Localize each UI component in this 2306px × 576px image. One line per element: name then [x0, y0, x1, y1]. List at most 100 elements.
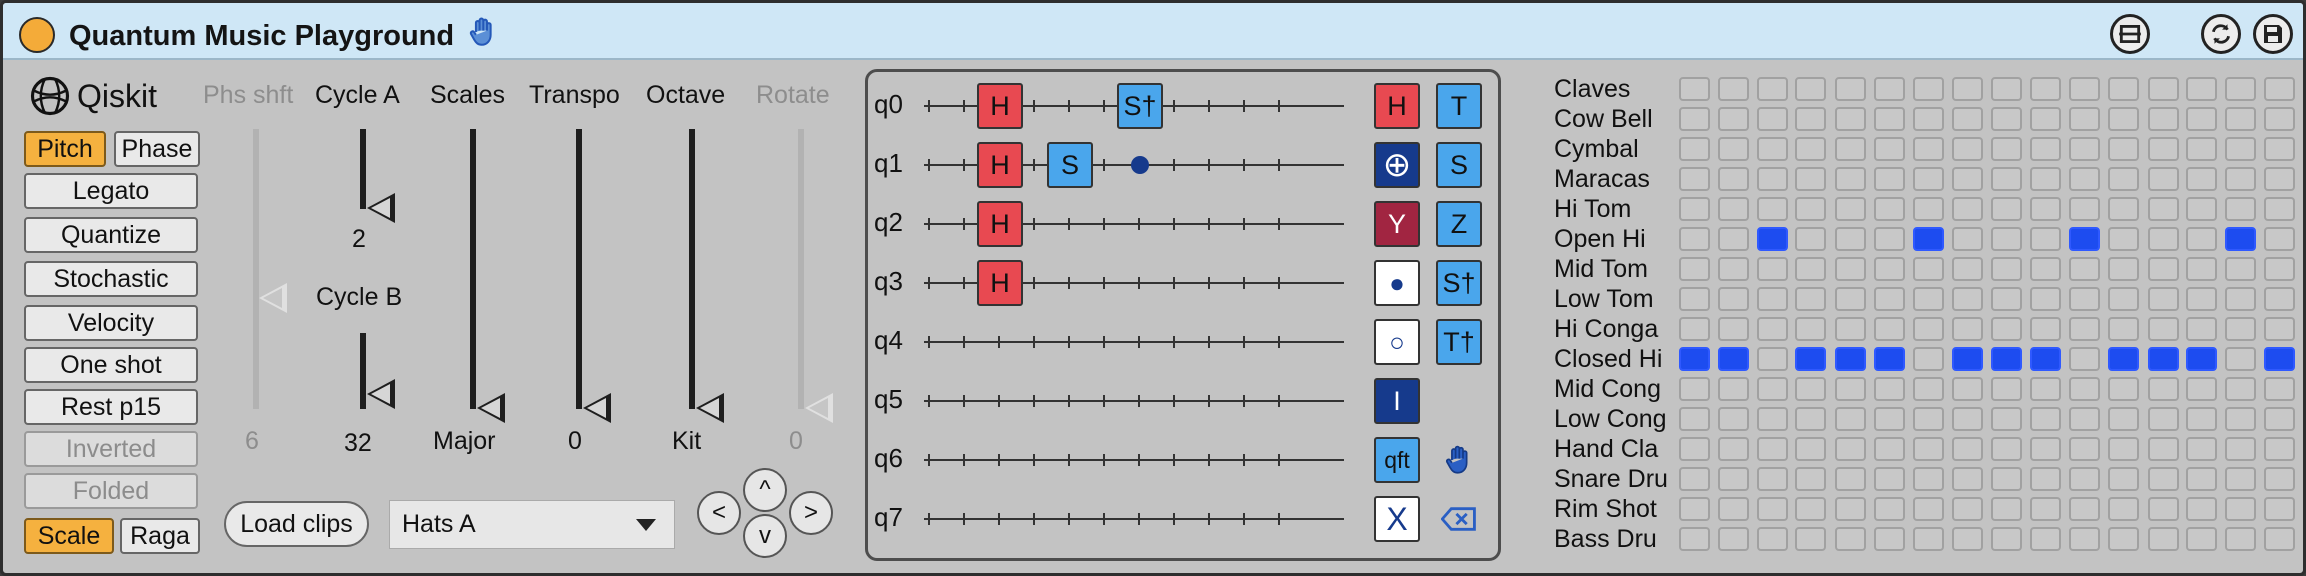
- step-cell[interactable]: [1951, 317, 1983, 341]
- step-cell[interactable]: [2030, 137, 2062, 161]
- step-cell[interactable]: [2030, 77, 2062, 101]
- step-cell[interactable]: [2186, 347, 2218, 371]
- step-cell[interactable]: [1951, 227, 1983, 251]
- step-cell[interactable]: [2264, 497, 2295, 521]
- step-cell[interactable]: [1951, 197, 1983, 221]
- step-cell[interactable]: [1912, 257, 1944, 281]
- step-cell[interactable]: [1991, 347, 2023, 371]
- wire-slot[interactable]: [928, 395, 930, 407]
- step-cell[interactable]: [1912, 197, 1944, 221]
- step-cell[interactable]: [2030, 257, 2062, 281]
- step-cell[interactable]: [1835, 287, 1867, 311]
- step-cell[interactable]: [1717, 317, 1749, 341]
- step-cell[interactable]: [1991, 77, 2023, 101]
- step-cell[interactable]: [1795, 257, 1827, 281]
- step-cell[interactable]: [2069, 197, 2100, 221]
- wire-slot[interactable]: [963, 395, 965, 407]
- step-cell[interactable]: [1991, 227, 2023, 251]
- step-cell[interactable]: [1991, 197, 2023, 221]
- hand-icon[interactable]: [1442, 443, 1476, 477]
- step-cell[interactable]: [1874, 227, 1905, 251]
- raga-toggle[interactable]: Raga: [120, 518, 200, 554]
- step-cell[interactable]: [2264, 197, 2295, 221]
- step-cell[interactable]: [2107, 107, 2139, 131]
- wire-slot[interactable]: [963, 336, 965, 348]
- step-cell[interactable]: [1874, 137, 1905, 161]
- step-cell[interactable]: [2147, 197, 2179, 221]
- step-cell[interactable]: [1912, 167, 1944, 191]
- step-cell[interactable]: [2147, 527, 2179, 551]
- step-cell[interactable]: [1951, 77, 1983, 101]
- step-cell[interactable]: [1679, 257, 1710, 281]
- wire-slot[interactable]: [1278, 100, 1280, 112]
- step-cell[interactable]: [2030, 407, 2062, 431]
- pitch-toggle[interactable]: Pitch: [24, 131, 106, 167]
- wire-slot[interactable]: [1243, 395, 1245, 407]
- step-cell[interactable]: [1795, 467, 1827, 491]
- circuit-gate-h[interactable]: H: [977, 83, 1023, 129]
- wire-slot[interactable]: [1173, 218, 1175, 230]
- qubit-wire-q5[interactable]: [924, 400, 1344, 402]
- wire-slot[interactable]: [1243, 218, 1245, 230]
- load-clips-button[interactable]: Load clips: [224, 501, 369, 547]
- wire-slot[interactable]: [1068, 513, 1070, 525]
- wire-slot[interactable]: [998, 454, 1000, 466]
- wire-slot[interactable]: [1103, 218, 1105, 230]
- wire-slot[interactable]: [1068, 277, 1070, 289]
- wire-slot[interactable]: [1208, 159, 1210, 171]
- step-cell[interactable]: [2147, 407, 2179, 431]
- step-cell[interactable]: [2186, 167, 2218, 191]
- wire-slot[interactable]: [1138, 395, 1140, 407]
- step-cell[interactable]: [1679, 137, 1710, 161]
- hotswap-icon[interactable]: [2110, 14, 2150, 54]
- step-cell[interactable]: [2225, 227, 2257, 251]
- step-cell[interactable]: [1835, 77, 1867, 101]
- step-cell[interactable]: [1756, 497, 1788, 521]
- step-cell[interactable]: [1679, 497, 1710, 521]
- step-cell[interactable]: [2186, 437, 2218, 461]
- step-cell[interactable]: [1679, 317, 1710, 341]
- step-cell[interactable]: [1835, 317, 1867, 341]
- wire-slot[interactable]: [1138, 513, 1140, 525]
- step-cell[interactable]: [1912, 227, 1944, 251]
- wire-slot[interactable]: [1208, 454, 1210, 466]
- step-cell[interactable]: [2107, 287, 2139, 311]
- step-cell[interactable]: [1717, 377, 1749, 401]
- wire-slot[interactable]: [998, 336, 1000, 348]
- step-cell[interactable]: [1756, 77, 1788, 101]
- step-cell[interactable]: [1991, 527, 2023, 551]
- step-cell[interactable]: [1756, 197, 1788, 221]
- step-cell[interactable]: [2147, 317, 2179, 341]
- velocity-toggle[interactable]: Velocity: [24, 305, 198, 341]
- control-dot[interactable]: [1131, 156, 1149, 174]
- nav-right-button[interactable]: >: [789, 491, 833, 535]
- step-cell[interactable]: [2107, 467, 2139, 491]
- step-cell[interactable]: [1874, 77, 1905, 101]
- step-cell[interactable]: [2030, 317, 2062, 341]
- step-cell[interactable]: [2030, 197, 2062, 221]
- wire-slot[interactable]: [1173, 100, 1175, 112]
- nav-down-button[interactable]: v: [743, 514, 787, 558]
- qubit-wire-q4[interactable]: [924, 341, 1344, 343]
- step-cell[interactable]: [2107, 197, 2139, 221]
- step-cell[interactable]: [1717, 467, 1749, 491]
- cycle-b-slider-thumb[interactable]: [367, 379, 395, 409]
- step-cell[interactable]: [2186, 137, 2218, 161]
- step-cell[interactable]: [2225, 137, 2257, 161]
- step-cell[interactable]: [2264, 257, 2295, 281]
- step-cell[interactable]: [2225, 197, 2257, 221]
- wire-slot[interactable]: [1068, 218, 1070, 230]
- step-cell[interactable]: [2225, 287, 2257, 311]
- step-cell[interactable]: [2107, 257, 2139, 281]
- step-cell[interactable]: [1717, 137, 1749, 161]
- step-cell[interactable]: [2069, 437, 2100, 461]
- step-cell[interactable]: [1756, 407, 1788, 431]
- step-cell[interactable]: [2069, 77, 2100, 101]
- step-cell[interactable]: [1679, 167, 1710, 191]
- step-cell[interactable]: [1912, 497, 1944, 521]
- wire-slot[interactable]: [1138, 218, 1140, 230]
- wire-slot[interactable]: [1033, 513, 1035, 525]
- step-cell[interactable]: [2186, 497, 2218, 521]
- wire-slot[interactable]: [928, 218, 930, 230]
- step-cell[interactable]: [1991, 137, 2023, 161]
